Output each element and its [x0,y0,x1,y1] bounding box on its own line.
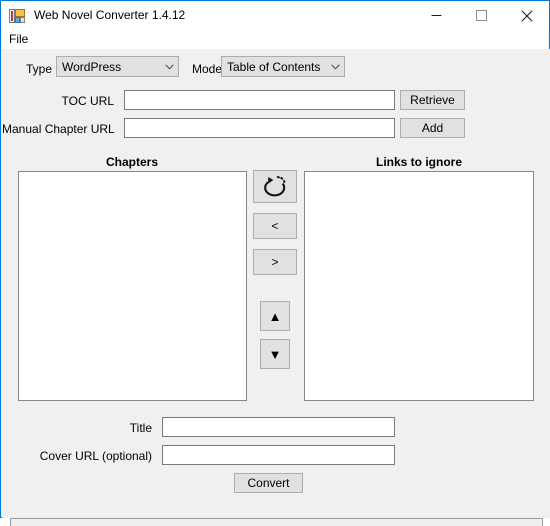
move-right-button[interactable]: > [253,249,297,275]
manual-chapter-url-label: Manual Chapter URL [2,122,115,136]
window-controls [414,1,549,30]
title-input[interactable] [162,417,395,437]
maximize-icon [476,10,487,21]
maximize-button[interactable] [459,1,504,30]
titlebar[interactable]: Web Novel Converter 1.4.12 [1,1,549,30]
move-down-button[interactable]: ▼ [260,339,290,369]
type-label: Type [26,62,53,76]
chapters-header: Chapters [105,155,158,169]
client-area: Type WordPress Mode Table of Contents TO… [2,49,550,518]
minimize-icon [431,15,442,16]
mode-combobox-value: Table of Contents [227,59,321,74]
chevron-down-icon [327,63,344,70]
retrieve-button[interactable]: Retrieve [400,90,465,110]
menu-item-file[interactable]: File [2,31,34,48]
move-up-button[interactable]: ▲ [260,301,290,331]
menubar: File [2,30,548,49]
manual-chapter-url-input[interactable] [124,118,395,138]
toc-url-input[interactable] [124,90,395,110]
app-window: Web Novel Converter 1.4.12 File Type Wor… [0,0,550,518]
close-icon [520,9,533,22]
title-label: Title [129,421,152,435]
add-button[interactable]: Add [400,118,465,138]
mode-label: Mode [192,62,223,76]
background-window-edge [10,518,543,526]
close-button[interactable] [504,1,549,30]
chapters-listbox[interactable] [18,171,247,401]
app-icon [9,8,25,24]
chevron-down-icon [161,63,178,70]
cover-url-input[interactable] [162,445,395,465]
type-combobox[interactable]: WordPress [56,56,179,77]
toc-url-label: TOC URL [61,94,114,108]
desktop-background: Web Novel Converter 1.4.12 File Type Wor… [0,0,550,526]
window-title: Web Novel Converter 1.4.12 [34,8,186,22]
type-combobox-value: WordPress [62,59,122,74]
cover-url-label: Cover URL (optional) [39,449,152,463]
refresh-button[interactable] [253,170,297,203]
links-to-ignore-listbox[interactable] [304,171,534,401]
convert-button[interactable]: Convert [234,473,303,493]
links-to-ignore-header: Links to ignore [375,155,462,169]
move-left-button[interactable]: < [253,213,297,239]
minimize-button[interactable] [414,1,459,30]
refresh-circular-arrow-icon [263,175,285,196]
mode-combobox[interactable]: Table of Contents [221,56,345,77]
